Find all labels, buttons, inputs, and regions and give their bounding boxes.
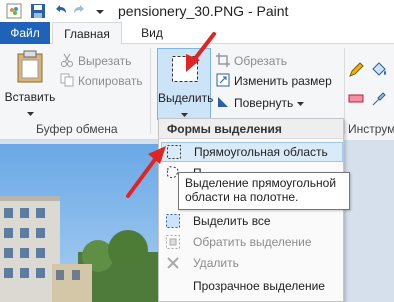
selection-rectangle-icon [171,55,199,86]
pencil-icon[interactable] [348,62,364,81]
window-title: pensionery_30.PNG - Paint [118,3,289,19]
undo-icon[interactable] [52,3,68,19]
ribbon-tabs: Файл Главная Вид [0,22,394,45]
tab-view[interactable]: Вид [132,22,172,45]
selection-shapes-menu: Формы выделения Прямоугольная область П … [158,118,344,302]
rectangle-selection-icon [166,144,182,160]
invert-selection-icon [165,234,181,250]
menu-item-rectangular-selection[interactable]: Прямоугольная область [161,142,343,162]
menu-item-delete[interactable]: Удалить [161,253,343,273]
crop-label: Обрезать [234,54,287,68]
crop-icon [216,52,230,70]
rotate-label: Повернуть [234,96,294,110]
menu-item-label: Прямоугольная область [194,145,328,159]
customize-toolbar-icon[interactable] [92,3,108,19]
tools-group: Инструме [344,44,394,140]
save-icon[interactable] [30,3,46,19]
menu-item-label: Удалить [193,256,239,270]
clipboard-icon [16,50,46,87]
resize-button[interactable]: Изменить размер [216,72,332,90]
group-divider [344,48,345,134]
crop-button[interactable]: Обрезать [216,52,287,70]
color-picker-icon[interactable] [372,90,386,109]
title-bar: pensionery_30.PNG - Paint [0,0,394,22]
redo-icon[interactable] [72,3,88,19]
tooltip: Выделение прямоугольной области на полот… [178,172,350,210]
tooltip-line-1: Выделение прямоугольной [185,176,337,190]
tab-home[interactable]: Главная [52,22,122,45]
eraser-icon[interactable] [348,90,364,109]
delete-x-icon [165,255,181,271]
select-label: Выделить [158,91,214,105]
tools-group-label: Инструме [348,122,394,136]
copy-icon [60,73,74,90]
fill-bucket-icon[interactable] [370,62,388,81]
tab-file[interactable]: Файл [0,22,50,44]
blank-icon [165,278,181,294]
menu-item-label: Выделить все [193,214,271,228]
clipboard-group-label: Буфер обмена [36,122,118,136]
canvas-image [0,144,158,302]
paste-button[interactable]: Вставить [4,48,56,120]
scissors-icon [60,53,74,70]
copy-button[interactable]: Копировать [60,72,143,90]
cut-label: Вырезать [78,54,132,68]
menu-item-transparent-selection[interactable]: Прозрачное выделение [161,276,343,296]
rotate-button[interactable]: Повернуть [216,94,305,112]
select-all-icon [165,213,181,229]
select-button[interactable]: Выделить [157,48,214,120]
cut-button[interactable]: Вырезать [60,52,131,70]
rotate-icon [216,95,230,112]
group-divider [150,48,151,134]
menu-item-select-all[interactable]: Выделить все [161,211,343,231]
resize-icon [216,73,230,90]
copy-label: Копировать [78,74,143,88]
paint-app-icon [6,3,22,19]
resize-label: Изменить размер [234,74,332,88]
chevron-down-icon [297,96,305,110]
menu-item-invert-selection[interactable]: Обратить выделение [161,232,343,252]
paste-label: Вставить [4,90,56,104]
tooltip-line-2: области на полотне. [185,190,299,204]
menu-header: Формы выделения [159,119,343,139]
chevron-down-icon [27,106,34,120]
menu-item-label: Прозрачное выделение [193,279,325,293]
menu-item-label: Обратить выделение [193,235,312,249]
